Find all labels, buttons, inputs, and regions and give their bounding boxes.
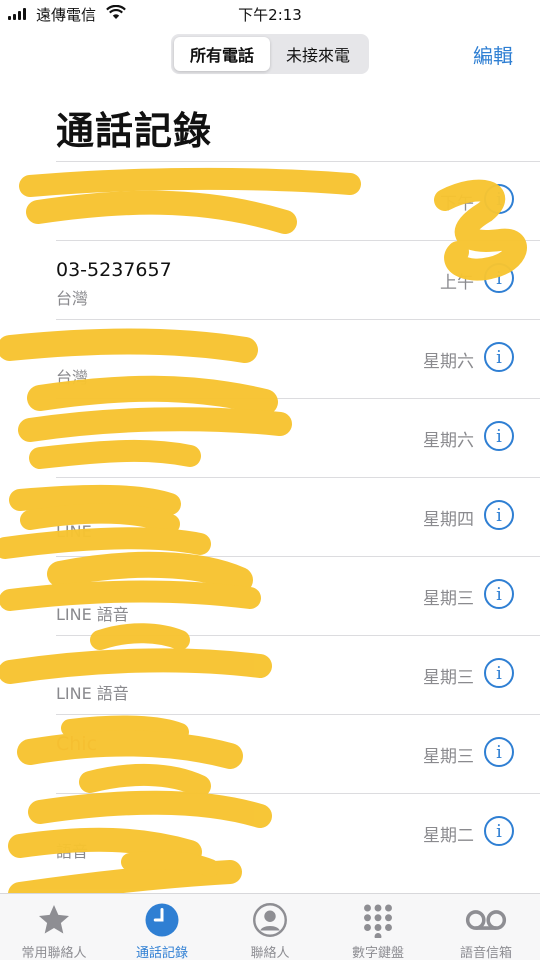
clock-icon — [145, 903, 179, 937]
call-time: 星期三 — [423, 668, 474, 688]
segment-all-calls[interactable]: 所有電話 — [174, 37, 270, 71]
caller-subtitle: 台灣 — [56, 289, 89, 308]
call-time: 上午 — [440, 273, 474, 293]
tab-label: 語音信箱 — [459, 946, 512, 960]
call-row[interactable]: 03-5237657 台灣 上午 i — [56, 240, 540, 319]
info-icon[interactable]: i — [484, 263, 514, 293]
tab-keypad[interactable]: 數字鍵盤 — [324, 894, 432, 960]
tab-bar: 常用聯絡人 通話記錄 聯絡人 數字鍵盤 語音信箱 — [0, 893, 540, 960]
caller-name: 03-5237657 — [56, 259, 172, 281]
call-row[interactable]: LINE 星期四 i — [56, 477, 540, 556]
tab-label: 數字鍵盤 — [351, 946, 404, 960]
call-row-missed[interactable]: Chic 星期三 i — [56, 714, 540, 793]
tab-label: 聯絡人 — [250, 946, 290, 960]
info-icon[interactable]: i — [484, 342, 514, 372]
edit-button[interactable]: 編輯 — [473, 40, 513, 69]
tab-favorites[interactable]: 常用聯絡人 — [0, 894, 108, 960]
caller-subtitle: 台灣 — [56, 368, 89, 387]
status-time: 下午2:13 — [238, 6, 302, 24]
call-row[interactable]: 下午 i — [56, 161, 540, 240]
info-icon[interactable]: i — [484, 184, 514, 214]
call-time: 星期三 — [423, 747, 474, 767]
voicemail-icon — [465, 910, 507, 930]
info-icon[interactable]: i — [484, 421, 514, 451]
info-icon[interactable]: i — [484, 737, 514, 767]
call-filter-segmented-control[interactable]: 所有電話 未接來電 — [171, 34, 369, 74]
call-time: 星期四 — [423, 510, 474, 530]
call-time: 星期六 — [423, 431, 474, 451]
tab-contacts[interactable]: 聯絡人 — [216, 894, 324, 960]
keypad-grid-icon — [364, 904, 392, 938]
recent-calls-list: 下午 i 03-5237657 台灣 上午 i 台灣 星期六 i 星期六 i L… — [56, 161, 540, 872]
status-bar: 遠傳電信 下午2:13 — [0, 0, 540, 28]
caller-subtitle: LINE 語音 — [56, 605, 129, 624]
caller-subtitle: LINE — [56, 522, 92, 541]
call-row[interactable]: 語音 星期二 i — [56, 793, 540, 872]
tab-label: 常用聯絡人 — [21, 946, 87, 960]
info-icon[interactable]: i — [484, 500, 514, 530]
call-row[interactable]: 台灣 星期六 i — [56, 319, 540, 398]
tab-recents[interactable]: 通話記錄 — [108, 894, 216, 960]
call-time: 星期六 — [423, 352, 474, 372]
page-title: 通話記錄 — [56, 109, 213, 153]
person-circle-icon — [253, 903, 287, 937]
info-icon[interactable]: i — [484, 816, 514, 846]
call-time: 星期三 — [423, 589, 474, 609]
call-row[interactable]: 星期六 i — [56, 398, 540, 477]
call-time: 星期二 — [423, 826, 474, 846]
segment-missed-calls[interactable]: 未接來電 — [270, 37, 366, 71]
tab-label: 通話記錄 — [135, 946, 188, 960]
caller-subtitle: LINE 語音 — [56, 684, 129, 703]
star-icon — [39, 905, 69, 934]
tab-voicemail[interactable]: 語音信箱 — [432, 894, 540, 960]
call-row[interactable]: LINE 語音 星期三 i — [56, 556, 540, 635]
call-row[interactable]: LINE 語音 星期三 i — [56, 635, 540, 714]
caller-subtitle: 語音 — [56, 842, 89, 861]
call-time: 下午 — [440, 194, 474, 214]
info-icon[interactable]: i — [484, 579, 514, 609]
caller-name: Chic — [56, 733, 98, 755]
info-icon[interactable]: i — [484, 658, 514, 688]
